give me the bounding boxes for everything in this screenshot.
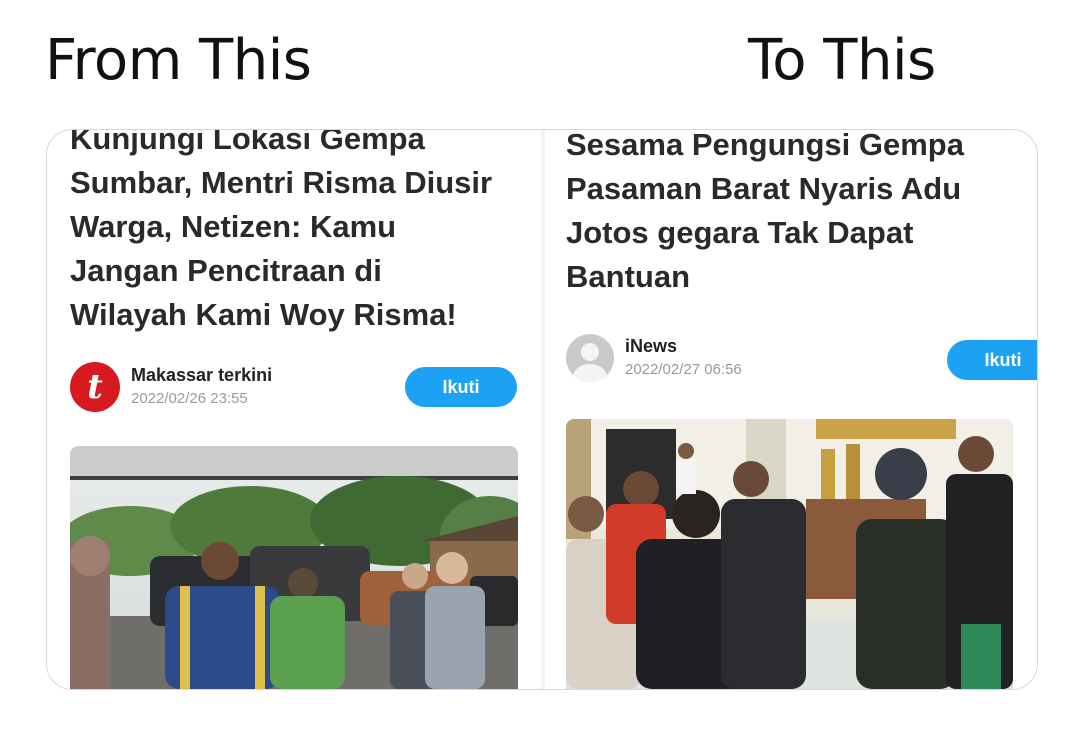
publish-date: 2022/02/26 23:55 — [131, 390, 248, 407]
headline-line: Wilayah Kami Woy Risma! — [70, 297, 457, 332]
follow-button[interactable]: Ikuti — [947, 340, 1037, 380]
left-article-card[interactable]: Kunjungi Lokasi Gempa Sumbar, Mentri Ris… — [47, 130, 541, 689]
left-source-info: t Makassar terkini 2022/02/26 23:55 — [70, 362, 272, 412]
source-name[interactable]: iNews — [625, 335, 742, 357]
photo-crowd-outdoor-icon — [70, 446, 518, 689]
right-article-photo[interactable] — [566, 419, 1013, 689]
headline-line: Jangan Pencitraan di — [70, 253, 382, 288]
headline-line: Jotos gegara Tak Dapat — [566, 215, 914, 250]
follow-button[interactable]: Ikuti — [405, 367, 517, 407]
right-source-info: iNews 2022/02/27 06:56 — [566, 334, 742, 382]
default-avatar-icon[interactable] — [566, 334, 614, 382]
headline-line: Bantuan — [566, 259, 690, 294]
source-name[interactable]: Makassar terkini — [131, 364, 272, 386]
publish-date: 2022/02/27 06:56 — [625, 361, 742, 378]
caption-to: To This — [748, 28, 936, 93]
headline-line: Kunjungi Lokasi Gempa — [70, 130, 425, 156]
right-article-headline: Sesama Pengungsi Gempa Pasaman Barat Nya… — [566, 130, 1026, 299]
headline-line: Pasaman Barat Nyaris Adu — [566, 171, 962, 206]
left-article-headline: Kunjungi Lokasi Gempa Sumbar, Mentri Ris… — [70, 130, 530, 337]
left-article-photo[interactable] — [70, 446, 518, 689]
caption-from: From This — [45, 28, 312, 93]
headline-line: Sumbar, Mentri Risma Diusir — [70, 165, 493, 200]
tweet-image-frame[interactable]: Kunjungi Lokasi Gempa Sumbar, Mentri Ris… — [46, 129, 1038, 690]
makassar-terkini-logo-icon[interactable]: t — [70, 362, 120, 412]
headline-line: Sesama Pengungsi Gempa — [566, 130, 964, 162]
headline-line: Warga, Netizen: Kamu — [70, 209, 397, 244]
photo-crowd-indoor-icon — [566, 419, 1013, 689]
right-article-card[interactable]: Sesama Pengungsi Gempa Pasaman Barat Nya… — [545, 130, 1037, 689]
